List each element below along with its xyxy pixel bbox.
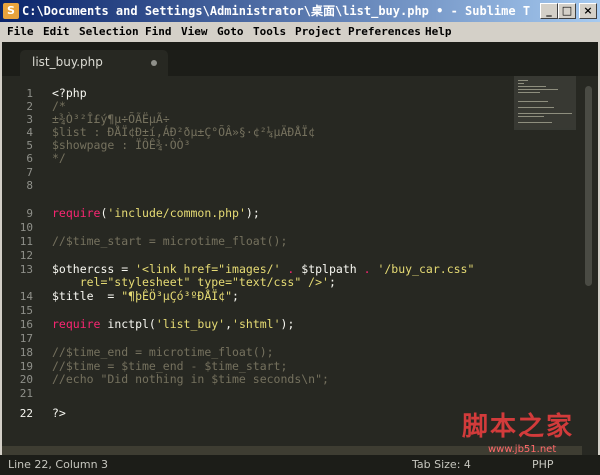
line-number: 4 (26, 126, 33, 139)
line-number: 13 (19, 263, 33, 276)
line-number: 2 (26, 100, 33, 113)
code-token: ±¾Ò³²Î£ý¶µ÷ÕÃËµÃ÷ (52, 112, 170, 126)
code-token: ?> (52, 406, 66, 420)
line-number: 7 (26, 166, 33, 179)
tab-bar: list_buy.php (2, 42, 598, 76)
code-token: inctpl( (100, 317, 156, 331)
line-number: 19 (19, 360, 33, 373)
line-number: 16 (19, 318, 33, 331)
sublime-app-icon: S (3, 3, 19, 19)
line-number: 11 (19, 235, 33, 248)
line-number: 10 (19, 221, 33, 234)
line-number: 18 (19, 346, 33, 359)
menu-help[interactable]: Help (425, 25, 452, 39)
code-view[interactable]: <?php/* ±¾Ò³²Î£ý¶µ÷ÕÃËµÃ÷ $list : ÐÅÏ¢Ð±í,… (52, 76, 522, 455)
line-number: 14 (19, 290, 33, 303)
code-token: "¶þÊÖ³µÇó³ºÐÅÏ¢" (121, 289, 233, 303)
menu-file[interactable]: File (7, 25, 34, 39)
line-number: 17 (19, 332, 33, 345)
code-line[interactable]: require('include/common.php'); (52, 207, 260, 220)
code-line[interactable]: //$time_end = microtime_float(); (52, 346, 274, 359)
code-line[interactable]: rel="stylesheet" type="text/css" />'; (52, 276, 336, 289)
scroll-thumb[interactable] (585, 86, 592, 286)
code-token: //$time_end = microtime_float(); (52, 345, 274, 359)
code-token: require (52, 317, 101, 331)
line-number: 21 (19, 387, 33, 400)
tab-size-indicator[interactable]: Tab Size: 4 (412, 458, 471, 472)
maximize-button[interactable]: □ (558, 3, 576, 19)
code-line[interactable]: require inctpl('list_buy','shtml'); (52, 318, 294, 331)
code-token: '/buy_car.css" (377, 262, 475, 276)
line-number-gutter: 1 2 3 4 5 6 7 8 9 10 11 12 13 14 15 16 17 18 19 20 21 22 (2, 76, 42, 455)
code-token: //echo "Did nothing in $time seconds\n"; (52, 372, 329, 386)
modified-dot-icon[interactable] (151, 60, 157, 66)
line-number: 5 (26, 139, 33, 152)
code-token: 'shtml' (232, 317, 281, 331)
code-token: */ (52, 151, 66, 165)
cursor-position[interactable]: Line 22, Column 3 (8, 458, 108, 472)
code-line[interactable]: */ (52, 152, 66, 165)
menu-tools[interactable]: Tools (253, 25, 286, 39)
vertical-scrollbar[interactable] (582, 76, 596, 455)
line-number: 9 (26, 207, 33, 220)
menu-bar: File Edit Selection Find View Goto Tools… (0, 22, 600, 42)
code-token: 'include/common.php' (107, 206, 246, 220)
code-line[interactable]: $title = "¶þÊÖ³µÇó³ºÐÅÏ¢"; (52, 290, 239, 303)
code-token: $title = (52, 289, 122, 303)
title-bar[interactable]: S C:\Documents and Settings\Administrato… (0, 0, 600, 22)
tab-list-buy-php[interactable]: list_buy.php (20, 50, 168, 76)
line-number: 6 (26, 152, 33, 165)
line-number: 12 (19, 249, 33, 262)
line-number: 1 (26, 87, 33, 100)
menu-goto[interactable]: Goto (217, 25, 244, 39)
editor-area[interactable]: list_buy.php 1 2 3 4 5 6 7 8 9 10 11 12 13 14 15 16 17 18… (2, 42, 598, 461)
code-token: $showpage : ÏÔÊ¾·ÒÒ³ (52, 138, 191, 152)
line-number: 8 (26, 179, 33, 192)
line-number: 15 (19, 304, 33, 317)
code-token: rel="stylesheet" type="text/css" />' (52, 275, 329, 289)
window-title: C:\Documents and Settings\Administrator\… (22, 4, 530, 18)
code-token: //$time = $time_end - $time_start; (52, 359, 288, 373)
syntax-indicator[interactable]: PHP (532, 458, 554, 472)
menu-preferences[interactable]: Preferences (348, 25, 421, 39)
code-token: ); (245, 206, 260, 220)
menu-find[interactable]: Find (145, 25, 172, 39)
code-token: 'list_buy' (155, 317, 226, 331)
code-token: ; (328, 275, 336, 289)
code-token: $othercss = (52, 262, 136, 276)
menu-selection[interactable]: Selection (79, 25, 139, 39)
code-token: //$time_start = microtime_float(); (52, 234, 288, 248)
status-bar: Line 22, Column 3 Tab Size: 4 PHP (0, 455, 600, 475)
code-token: $list : ÐÅÏ¢Ð±í,ÁÐ²ðµ±Ç°ÕÂ»§·¢²¼µÄÐÅÏ¢ (52, 125, 316, 139)
code-token: $tplpath (301, 262, 357, 276)
code-line[interactable]: $showpage : ÏÔÊ¾·ÒÒ³ (52, 139, 190, 152)
menu-view[interactable]: View (181, 25, 208, 39)
code-token: <?php (52, 86, 87, 100)
tab-label: list_buy.php (32, 55, 103, 69)
editor-window: S C:\Documents and Settings\Administrato… (0, 0, 600, 475)
menu-edit[interactable]: Edit (43, 25, 70, 39)
code-line[interactable]: ?> (52, 407, 66, 420)
menu-project[interactable]: Project (295, 25, 341, 39)
code-token: , (225, 317, 233, 331)
line-number: 20 (19, 373, 33, 386)
code-line[interactable]: //echo "Did nothing in $time seconds\n"; (52, 373, 329, 386)
minimap[interactable] (514, 76, 576, 130)
code-token: /* (52, 99, 66, 113)
code-token: . (356, 262, 378, 276)
code-token: ); (280, 317, 295, 331)
watermark-logo: 脚本之家 (462, 412, 575, 442)
watermark-url: www.jb51.net (488, 444, 557, 455)
minimize-button[interactable]: _ (540, 3, 558, 19)
code-token: ; (232, 289, 239, 303)
line-number: 22 (19, 407, 33, 420)
code-token: '<link href="images/' (135, 262, 281, 276)
close-button[interactable]: × (579, 3, 597, 19)
line-number: 3 (26, 113, 33, 126)
code-token: . (280, 262, 302, 276)
code-line[interactable]: //$time_start = microtime_float(); (52, 235, 287, 248)
code-token: require (52, 206, 101, 220)
